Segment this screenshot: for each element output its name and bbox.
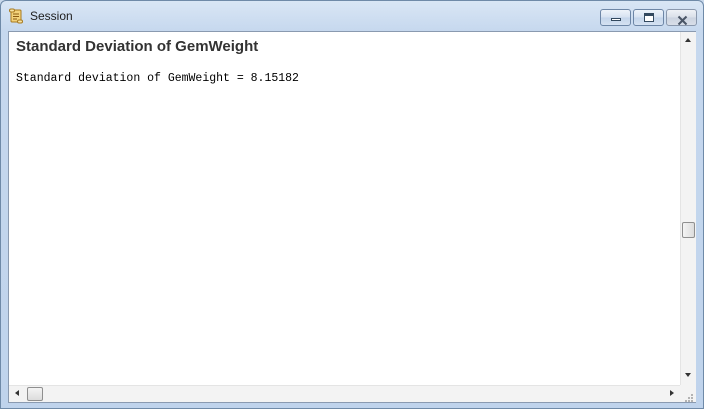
- title-bar[interactable]: Session: [1, 1, 703, 31]
- close-icon: [677, 13, 688, 26]
- session-pane: Standard Deviation of GemWeight Standard…: [8, 31, 696, 403]
- session-window: Session Standard Deviation of GemWeight …: [0, 0, 704, 409]
- minimize-button[interactable]: [600, 9, 631, 26]
- session-scroll-icon: [8, 8, 24, 24]
- scrollbar-corner: [680, 385, 696, 402]
- output-heading: Standard Deviation of GemWeight: [16, 38, 259, 55]
- resize-grip-icon[interactable]: [684, 390, 694, 402]
- close-button[interactable]: [666, 9, 697, 26]
- scroll-left-arrow-icon[interactable]: [15, 390, 19, 396]
- vertical-scrollbar[interactable]: [680, 32, 696, 385]
- vertical-scroll-thumb[interactable]: [682, 221, 695, 238]
- minimize-icon: [611, 18, 621, 21]
- session-output-area[interactable]: Standard Deviation of GemWeight Standard…: [9, 32, 680, 385]
- scroll-right-arrow-icon[interactable]: [670, 390, 674, 396]
- scroll-down-arrow-icon[interactable]: [685, 373, 691, 377]
- horizontal-scroll-thumb[interactable]: [27, 387, 43, 401]
- maximize-icon: [644, 13, 654, 22]
- window-title: Session: [30, 9, 73, 23]
- maximize-button[interactable]: [633, 9, 664, 26]
- scroll-up-arrow-icon[interactable]: [685, 38, 691, 42]
- horizontal-scrollbar[interactable]: [9, 385, 680, 402]
- output-result-line: Standard deviation of GemWeight = 8.1518…: [16, 72, 299, 85]
